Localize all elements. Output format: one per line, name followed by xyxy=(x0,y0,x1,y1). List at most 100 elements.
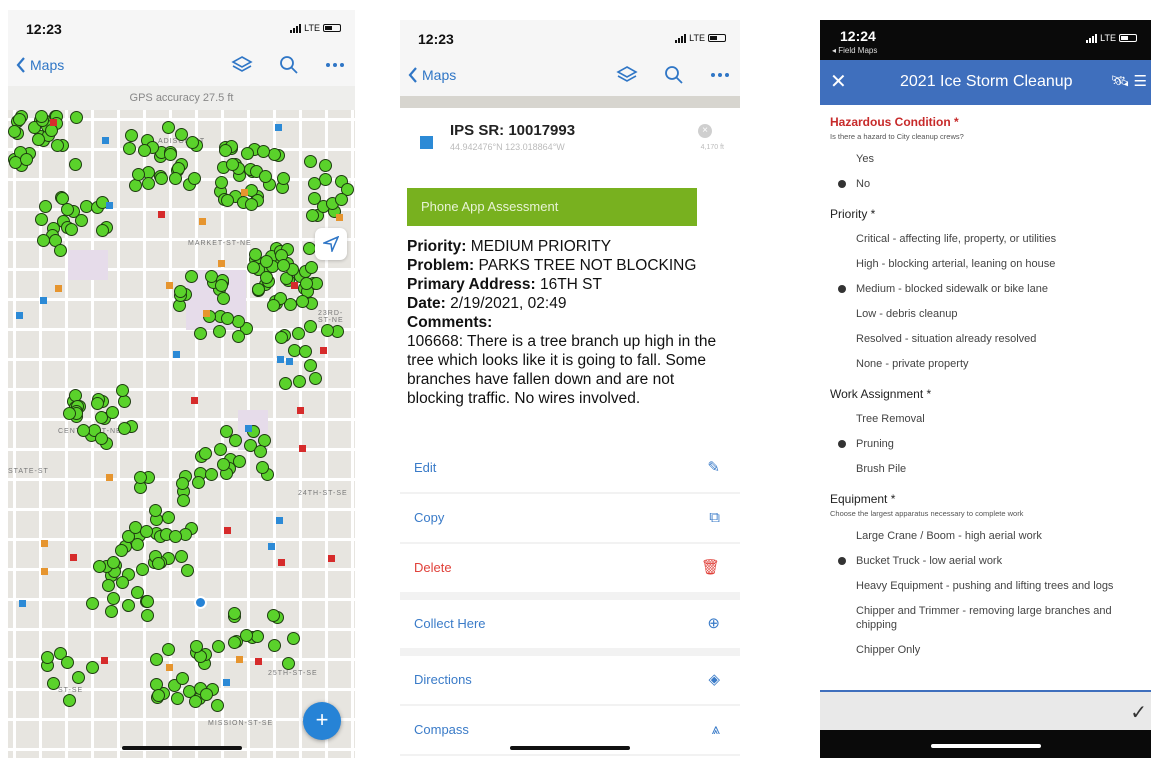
map-marker[interactable] xyxy=(68,158,82,172)
map-marker[interactable] xyxy=(260,254,274,268)
map-marker[interactable] xyxy=(267,608,281,622)
map-marker[interactable] xyxy=(217,457,231,471)
map-marker-square[interactable] xyxy=(245,425,253,433)
add-feature-button[interactable]: + xyxy=(303,702,341,740)
map-marker[interactable] xyxy=(162,510,176,524)
radio-option-selected[interactable]: No xyxy=(830,177,1141,191)
back-button[interactable]: Maps xyxy=(16,57,64,73)
map-marker[interactable] xyxy=(141,609,154,623)
map-marker-square[interactable] xyxy=(100,656,108,664)
map-marker[interactable] xyxy=(168,530,182,544)
map-marker-square[interactable] xyxy=(298,444,306,452)
map-marker-square[interactable] xyxy=(198,217,206,225)
map-marker[interactable] xyxy=(122,598,136,612)
map-marker-square[interactable] xyxy=(222,678,230,686)
map-marker[interactable] xyxy=(319,159,333,173)
map-marker[interactable] xyxy=(215,176,229,190)
map-marker[interactable] xyxy=(218,144,232,158)
map-marker[interactable] xyxy=(212,324,226,338)
close-icon[interactable]: ✕ xyxy=(830,69,847,94)
map-marker[interactable] xyxy=(251,630,265,644)
map-marker[interactable] xyxy=(106,405,120,419)
map-marker[interactable] xyxy=(252,282,266,296)
map-marker[interactable] xyxy=(175,672,189,686)
map-marker[interactable] xyxy=(245,198,259,212)
locate-button[interactable] xyxy=(315,228,347,260)
map-marker[interactable] xyxy=(169,172,183,186)
map-marker[interactable] xyxy=(293,375,307,389)
app-back-link[interactable]: ◂ Field Maps xyxy=(832,46,877,55)
map-marker[interactable] xyxy=(141,594,155,608)
gps-satellite-icon[interactable]: 🛰 ☰ xyxy=(1110,72,1147,90)
map-marker[interactable] xyxy=(334,193,348,207)
map-marker[interactable] xyxy=(276,258,290,272)
layers-icon[interactable] xyxy=(616,64,638,86)
map-marker[interactable] xyxy=(161,643,175,657)
map-marker[interactable] xyxy=(45,124,59,138)
map-marker-square[interactable] xyxy=(274,124,282,132)
map-marker[interactable] xyxy=(246,261,260,275)
radio-option[interactable]: Yes xyxy=(830,152,1141,166)
map-marker-square[interactable] xyxy=(166,664,174,672)
map-marker[interactable] xyxy=(185,135,199,149)
map-marker[interactable] xyxy=(174,549,188,563)
back-button[interactable]: Maps xyxy=(408,67,456,83)
map-marker[interactable] xyxy=(184,270,198,284)
map-marker[interactable] xyxy=(154,172,168,186)
map-marker[interactable] xyxy=(19,153,33,167)
map-marker[interactable] xyxy=(177,493,191,507)
map-marker-square[interactable] xyxy=(296,406,304,414)
map-marker[interactable] xyxy=(193,326,207,340)
map-marker[interactable] xyxy=(8,124,21,138)
map-marker[interactable] xyxy=(77,423,91,437)
map-marker[interactable] xyxy=(90,397,104,411)
map-marker-square[interactable] xyxy=(217,259,225,267)
map-marker[interactable] xyxy=(187,171,201,185)
submit-check-icon[interactable]: ✓ xyxy=(1130,700,1147,725)
map-marker-square[interactable] xyxy=(106,201,114,209)
map-marker-square[interactable] xyxy=(70,553,78,561)
map-marker[interactable] xyxy=(276,172,290,186)
map-preview-strip[interactable] xyxy=(400,96,740,108)
radio-option[interactable]: Chipper and Trimmer - removing large bra… xyxy=(830,604,1141,632)
radio-option[interactable]: Chipper Only xyxy=(830,643,1141,657)
map-marker[interactable] xyxy=(241,146,255,160)
radio-option[interactable]: None - private property xyxy=(830,357,1141,371)
collect-here-action[interactable]: Collect Here ⊕ xyxy=(400,600,740,648)
map-marker[interactable] xyxy=(131,167,145,181)
radio-option-selected[interactable]: Bucket Truck - low aerial work xyxy=(830,554,1141,568)
search-icon[interactable] xyxy=(279,55,299,75)
map-marker[interactable] xyxy=(221,193,235,207)
map-marker[interactable] xyxy=(115,384,129,397)
map-marker-square[interactable] xyxy=(276,517,284,525)
directions-action[interactable]: Directions ◈ xyxy=(400,656,740,704)
map-marker[interactable] xyxy=(231,329,245,343)
radio-option[interactable]: Tree Removal xyxy=(830,412,1141,426)
map-marker[interactable] xyxy=(148,503,162,517)
map-marker[interactable] xyxy=(41,650,55,664)
map-marker-square[interactable] xyxy=(157,211,165,219)
map-marker[interactable] xyxy=(34,110,48,123)
radio-option[interactable]: Resolved - situation already resolved xyxy=(830,332,1141,346)
map-marker[interactable] xyxy=(164,148,178,162)
map-marker[interactable] xyxy=(199,688,213,702)
map-marker[interactable] xyxy=(86,661,100,675)
map-marker[interactable] xyxy=(35,213,49,227)
map-marker[interactable] xyxy=(281,657,295,671)
map-marker-square[interactable] xyxy=(203,309,211,317)
map-marker[interactable] xyxy=(117,421,131,435)
map-marker[interactable] xyxy=(129,179,143,193)
map-marker-square[interactable] xyxy=(49,118,57,126)
map-marker[interactable] xyxy=(64,223,78,237)
map-marker[interactable] xyxy=(50,138,64,152)
delete-action[interactable]: Delete 🗑 xyxy=(400,544,740,592)
map-marker-square[interactable] xyxy=(319,347,327,355)
map-marker[interactable] xyxy=(37,234,51,248)
map-marker-square[interactable] xyxy=(172,351,180,359)
close-button[interactable]: × xyxy=(698,124,712,138)
map-marker-square[interactable] xyxy=(268,543,276,551)
map-marker-square[interactable] xyxy=(41,568,49,576)
map-marker[interactable] xyxy=(161,121,175,135)
map-marker[interactable] xyxy=(71,670,85,684)
map-marker[interactable] xyxy=(69,111,83,125)
